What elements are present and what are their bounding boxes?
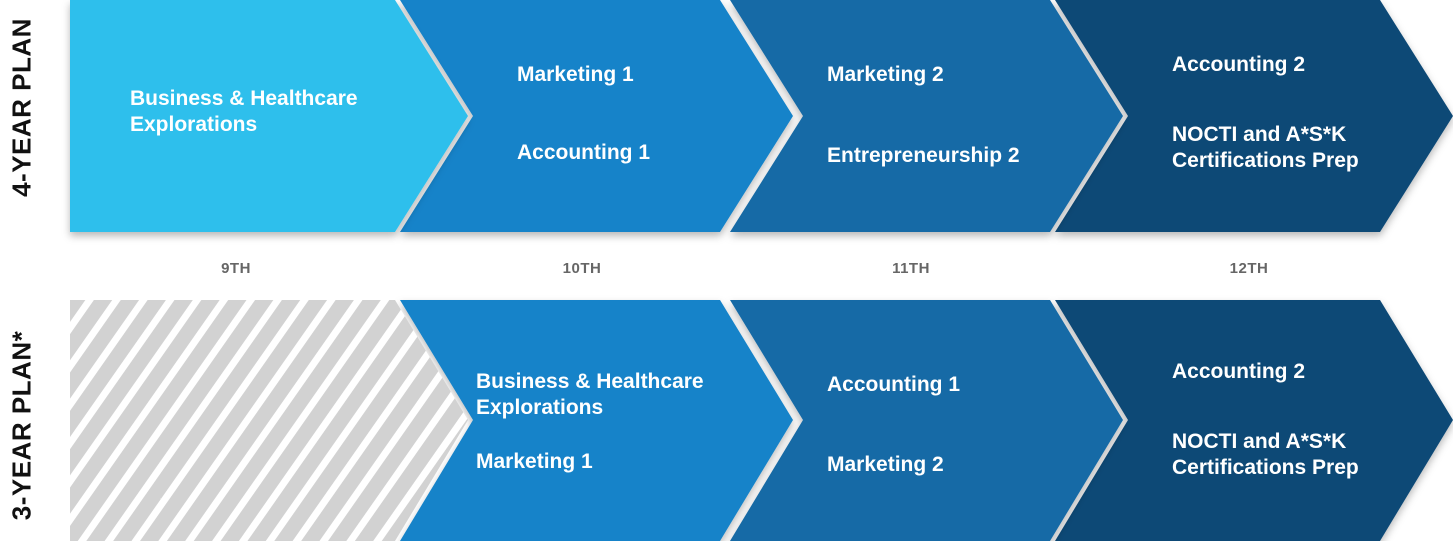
- stage-text-3yr-3: Accounting 1 Marketing 2: [827, 372, 960, 478]
- course-label: Marketing 1: [517, 63, 634, 86]
- course-label: Marketing 2: [827, 63, 944, 86]
- year-label-12th: 12TH: [1229, 260, 1269, 277]
- year-label-10th: 10TH: [562, 260, 602, 277]
- year-label-9th: 9TH: [221, 260, 251, 277]
- course-label: Accounting 1: [827, 373, 961, 396]
- course-label: Explorations: [130, 113, 258, 136]
- course-label: Accounting 2: [1172, 53, 1306, 76]
- course-label: Certifications Prep: [1172, 149, 1359, 172]
- hatched-empty-slot: [70, 300, 468, 541]
- course-label: Marketing 2: [827, 453, 944, 476]
- stage-text-4yr-3: Marketing 2 Entrepreneurship 2: [827, 62, 1020, 169]
- stage-text-3yr-2: Business & Healthcare Explorations Marke…: [476, 369, 704, 475]
- course-label: Certifications Prep: [1172, 456, 1359, 479]
- course-label: Business & Healthcare: [476, 370, 704, 393]
- course-label: NOCTI and A*S*K: [1172, 430, 1347, 453]
- course-label: NOCTI and A*S*K: [1172, 123, 1347, 146]
- course-label: Accounting 2: [1172, 360, 1306, 383]
- course-label: Entrepreneurship 2: [827, 144, 1020, 167]
- course-label: Accounting 1: [517, 141, 651, 164]
- stage-text-4yr-4: Accounting 2 NOCTI and A*S*K Certificati…: [1172, 52, 1359, 174]
- year-label-11th: 11TH: [892, 260, 930, 277]
- course-label: Business & Healthcare: [130, 87, 358, 110]
- stage-text-3yr-4: Accounting 2 NOCTI and A*S*K Certificati…: [1172, 359, 1359, 481]
- course-label: Marketing 1: [476, 450, 593, 473]
- stage-text-4yr-2: Marketing 1 Accounting 1: [517, 62, 650, 166]
- course-label: Explorations: [476, 396, 604, 419]
- stage-text-4yr-1: Business & Healthcare Explorations: [130, 86, 358, 138]
